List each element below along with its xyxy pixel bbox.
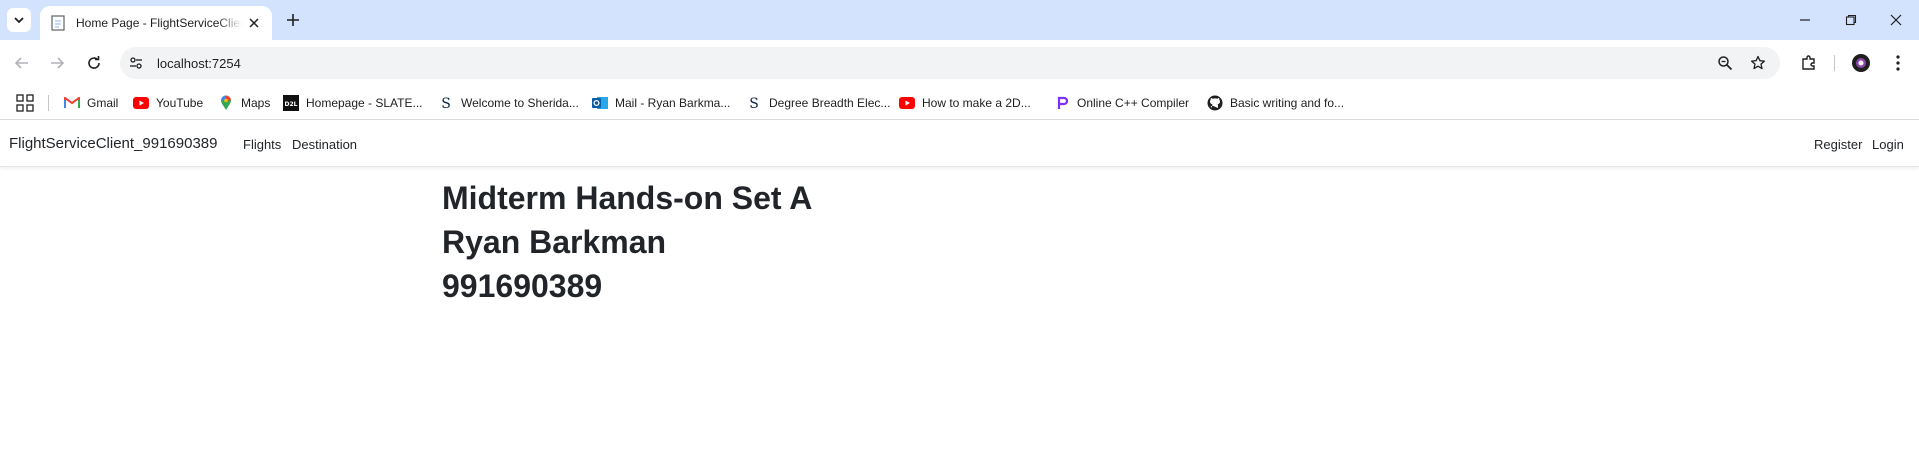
svg-text:S: S <box>749 96 759 111</box>
tab-search-button[interactable] <box>7 8 31 32</box>
document-icon <box>50 15 66 31</box>
forward-button[interactable] <box>45 51 69 75</box>
bookmark-label: Welcome to Sherida... <box>461 96 579 110</box>
minimize-icon <box>1800 19 1810 21</box>
bookmark-label: How to make a 2D... <box>922 96 1031 110</box>
main-content: Midterm Hands-on Set A Ryan Barkman 9916… <box>442 176 812 308</box>
toolbar-divider <box>1834 55 1835 71</box>
bookmark-label: Basic writing and fo... <box>1230 96 1345 110</box>
page-heading-title: Midterm Hands-on Set A <box>442 180 813 216</box>
bookmark-slate[interactable]: D2L Homepage - SLATE... <box>283 92 423 114</box>
nav-link-login[interactable]: Login <box>1872 137 1904 152</box>
outlook-icon <box>592 95 608 111</box>
bookmark-sheridan[interactable]: S Welcome to Sherida... <box>438 92 579 114</box>
puzzle-icon <box>1802 55 1815 70</box>
bookmark-2d-video[interactable]: How to make a 2D... <box>899 92 1031 114</box>
youtube-icon <box>133 95 149 111</box>
github-icon <box>1207 95 1223 111</box>
bookmark-youtube[interactable]: YouTube <box>133 92 203 114</box>
bookmark-label: YouTube <box>156 96 204 110</box>
page-heading-name: Ryan Barkman <box>442 224 667 260</box>
bookmark-gmail[interactable]: Gmail <box>64 92 118 114</box>
gmail-icon <box>64 95 80 111</box>
site-navbar: FlightServiceClient_991690389 Flights De… <box>0 121 1919 167</box>
reload-button[interactable] <box>82 51 106 75</box>
url-text[interactable]: localhost:7254 <box>157 56 241 71</box>
menu-button[interactable] <box>1886 51 1910 75</box>
bookmark-degree-breadth[interactable]: S Degree Breadth Elec... <box>746 92 890 114</box>
bookmark-label: Maps <box>241 96 271 110</box>
bookmark-maps[interactable]: Maps <box>218 92 270 114</box>
bookmarks-divider <box>48 95 49 111</box>
browser-toolbar: localhost:7254 <box>0 40 1919 86</box>
youtube-icon <box>899 95 915 111</box>
reload-icon <box>88 56 100 69</box>
back-button[interactable] <box>10 51 34 75</box>
bookmark-star-icon[interactable] <box>1750 55 1766 71</box>
d2l-icon: D2L <box>283 95 299 111</box>
avatar <box>1852 54 1870 72</box>
tab-strip: Home Page - FlightServiceClient_99169038… <box>0 0 1919 40</box>
bookmark-label: Degree Breadth Elec... <box>769 96 891 110</box>
zoom-icon[interactable] <box>1717 55 1733 71</box>
compiler-icon <box>1054 95 1070 111</box>
close-icon[interactable] <box>246 15 262 31</box>
nav-link-flights[interactable]: Flights <box>243 137 281 152</box>
maps-icon <box>218 95 234 111</box>
minimize-button[interactable] <box>1793 8 1817 32</box>
bookmark-label: Mail - Ryan Barkma... <box>615 96 731 110</box>
bookmark-github[interactable]: Basic writing and fo... <box>1207 92 1344 114</box>
svg-text:S: S <box>441 96 451 111</box>
sheridan-icon: S <box>746 95 762 111</box>
kebab-menu-icon <box>1896 55 1900 71</box>
plus-icon <box>287 14 299 26</box>
nav-link-register[interactable]: Register <box>1814 137 1862 152</box>
profile-button[interactable] <box>1849 51 1873 75</box>
extensions-button[interactable] <box>1797 51 1821 75</box>
close-icon <box>1890 14 1902 26</box>
address-bar[interactable]: localhost:7254 <box>120 47 1780 79</box>
restore-icon <box>1845 14 1857 26</box>
close-window-button[interactable] <box>1884 8 1908 32</box>
site-brand-link[interactable]: FlightServiceClient_991690389 <box>9 135 217 152</box>
bookmark-compiler[interactable]: Online C++ Compiler <box>1054 92 1189 114</box>
bookmark-mail[interactable]: Mail - Ryan Barkma... <box>592 92 730 114</box>
arrow-left-icon <box>14 57 28 69</box>
sheridan-icon: S <box>438 95 454 111</box>
bookmark-label: Online C++ Compiler <box>1077 96 1190 110</box>
bookmark-label: Homepage - SLATE... <box>306 96 423 110</box>
svg-text:D2L: D2L <box>285 101 298 108</box>
site-settings-icon[interactable] <box>128 55 144 71</box>
bookmarks-bar: Gmail YouTube Maps D2L Homepage - SLATE.… <box>0 86 1919 120</box>
restore-button[interactable] <box>1839 8 1863 32</box>
active-tab[interactable]: Home Page - FlightServiceClient_99169038… <box>40 6 272 40</box>
apps-grid-icon[interactable] <box>16 94 34 112</box>
nav-link-destination[interactable]: Destination <box>292 137 357 152</box>
page-heading-student-id: 991690389 <box>442 268 603 304</box>
chevron-down-icon <box>14 17 24 24</box>
arrow-right-icon <box>51 57 65 69</box>
bookmark-label: Gmail <box>87 96 119 110</box>
new-tab-button[interactable] <box>282 9 304 31</box>
tab-title: Home Page - FlightServiceClient_99169038… <box>76 16 242 30</box>
